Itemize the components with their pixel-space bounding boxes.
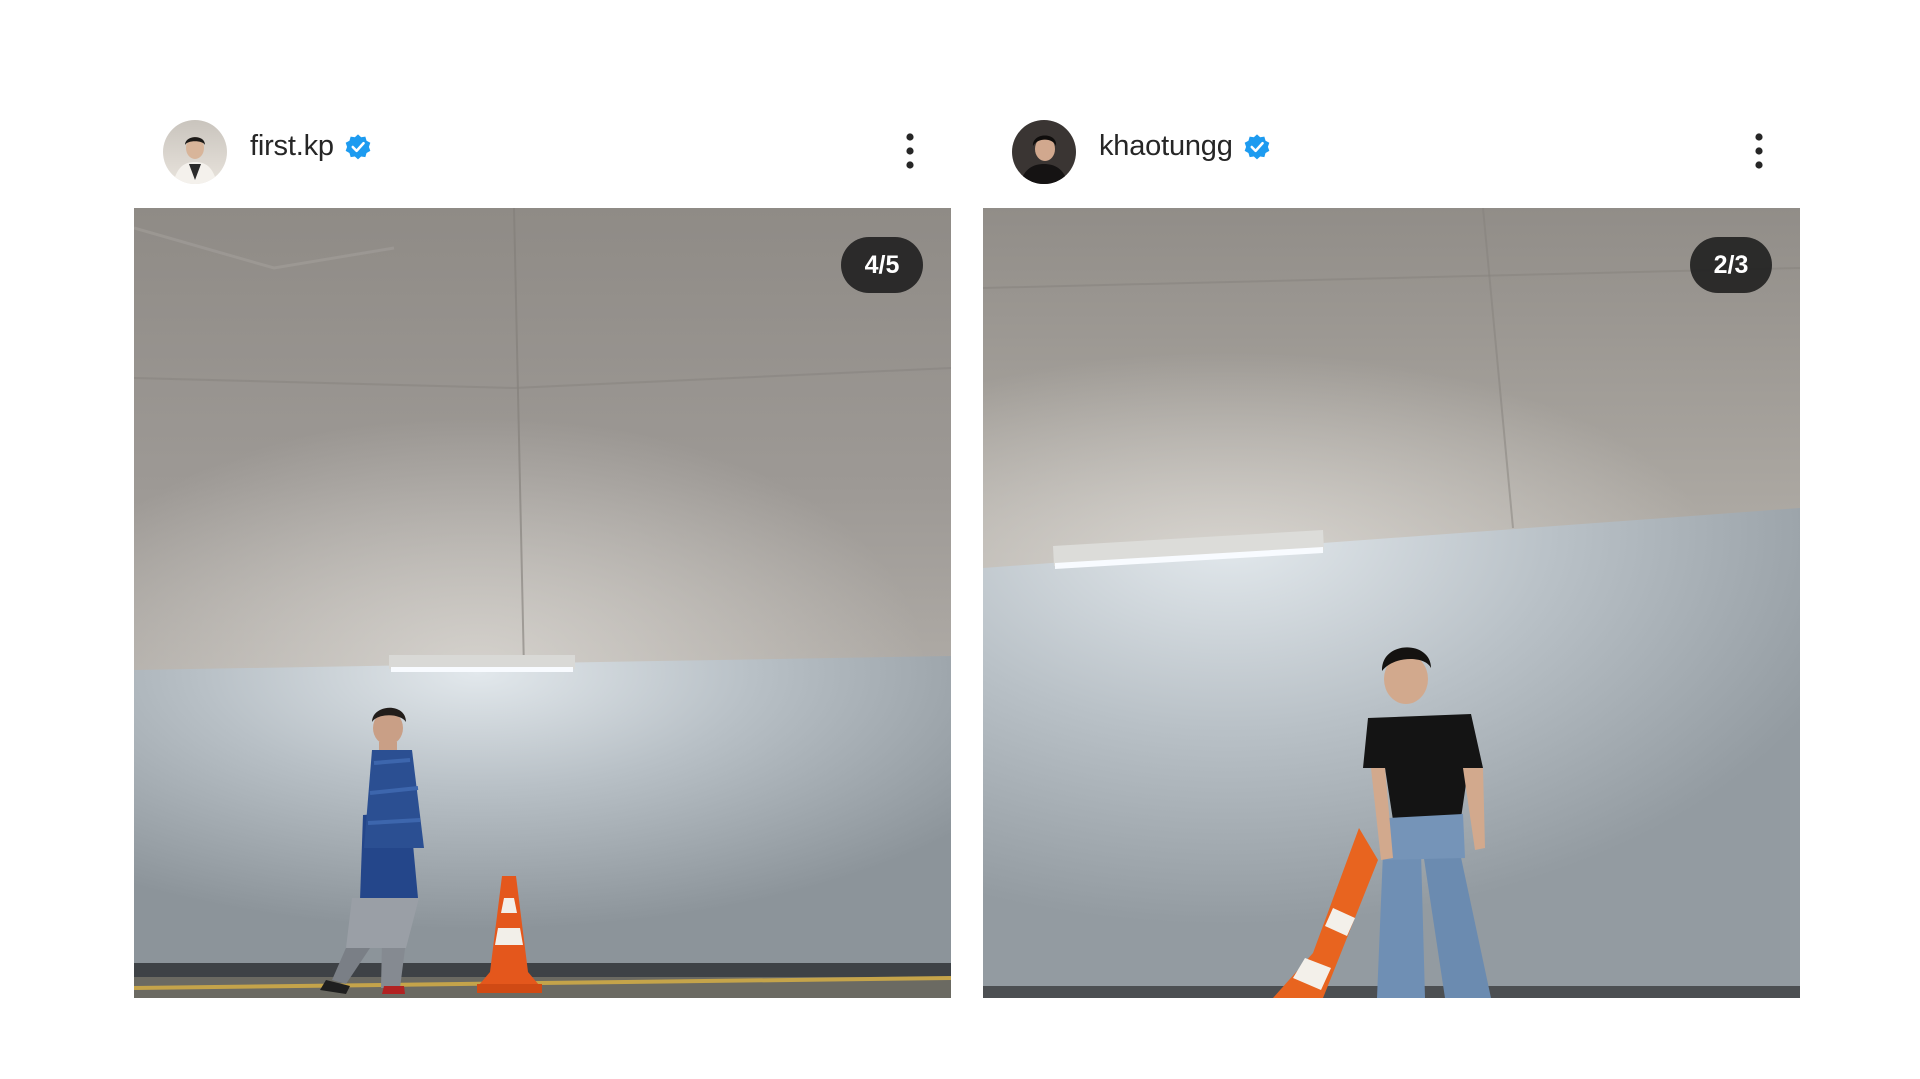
- parking-garage-photo: [983, 208, 1800, 998]
- username[interactable]: khaotungg: [1099, 130, 1233, 163]
- more-options-icon[interactable]: [904, 132, 916, 170]
- avatar-image: [1012, 120, 1076, 184]
- verified-badge-icon: [345, 133, 371, 159]
- post-image-2[interactable]: 2/3: [983, 208, 1800, 998]
- avatar[interactable]: [1012, 120, 1076, 184]
- username-group: khaotungg: [1099, 130, 1271, 163]
- avatar[interactable]: [163, 120, 227, 184]
- username-group: first.kp: [250, 130, 372, 163]
- avatar-image: [163, 120, 227, 184]
- feed-page: first.kp 4/5 khaotungg 2/3: [0, 0, 1920, 1079]
- post-card-1: first.kp 4/5: [134, 118, 951, 998]
- carousel-counter: 2/3: [1690, 237, 1772, 293]
- parking-garage-photo: [134, 208, 951, 998]
- post-header-2: khaotungg: [983, 118, 1800, 188]
- username[interactable]: first.kp: [250, 130, 334, 163]
- carousel-counter: 4/5: [841, 237, 923, 293]
- post-card-2: khaotungg 2/3: [983, 118, 1800, 998]
- post-header-1: first.kp: [134, 118, 951, 188]
- more-options-icon[interactable]: [1753, 132, 1765, 170]
- verified-badge-icon: [1244, 133, 1269, 159]
- post-image-1[interactable]: 4/5: [134, 208, 951, 998]
